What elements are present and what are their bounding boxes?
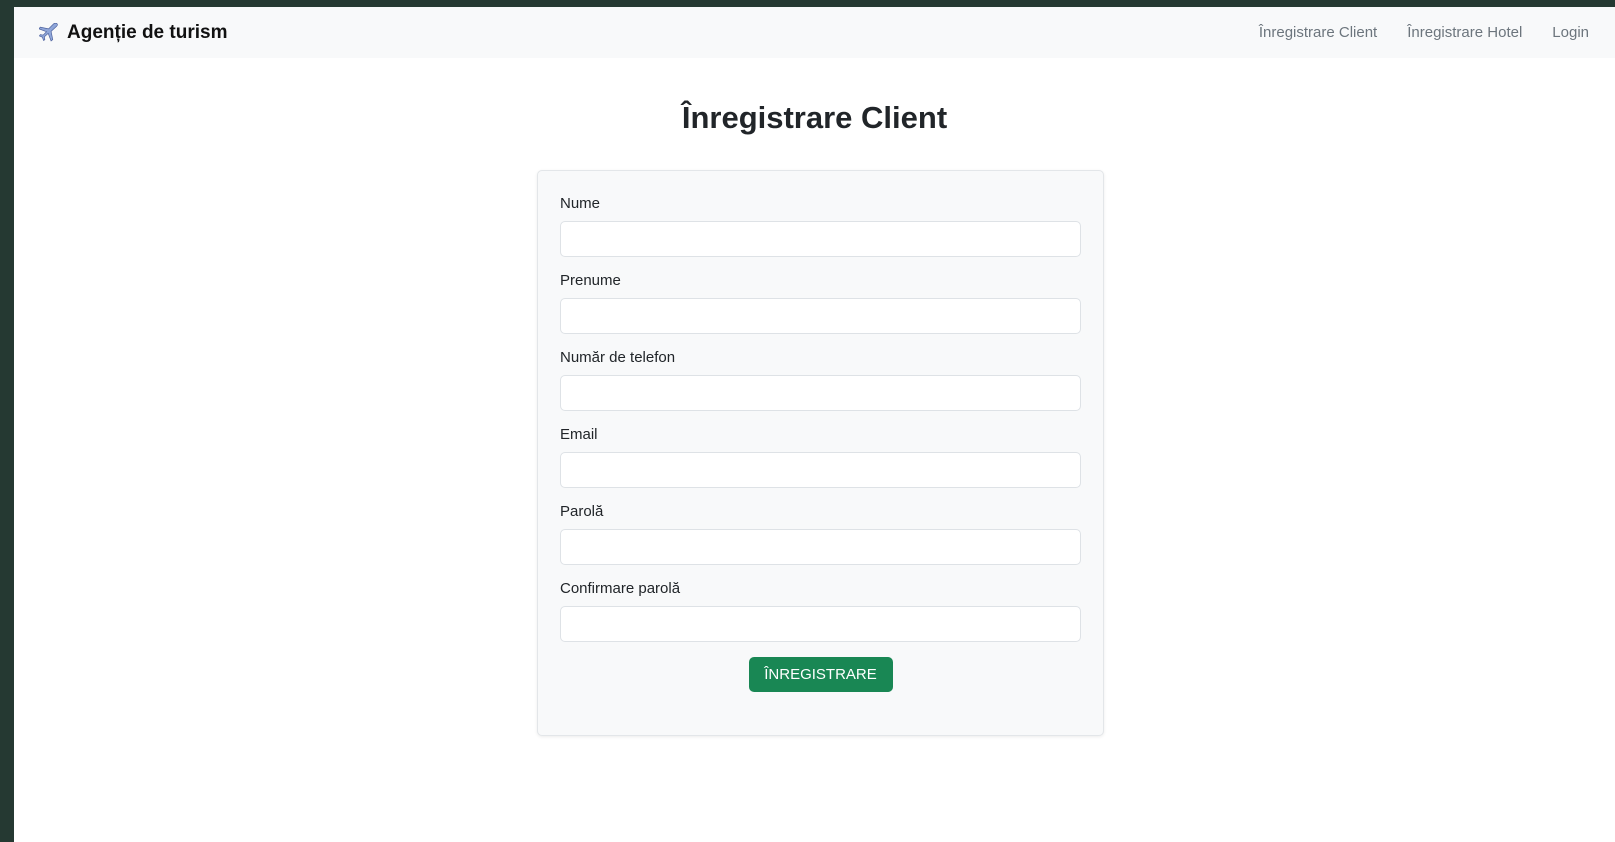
- email-input[interactable]: [560, 452, 1081, 488]
- prenume-input[interactable]: [560, 298, 1081, 334]
- nav-link-inregistrare-hotel[interactable]: Înregistrare Hotel: [1407, 24, 1522, 41]
- field-email: Email: [560, 426, 1081, 488]
- page-title: Înregistrare Client: [681, 100, 948, 135]
- field-confirmare-parola: Confirmare parolă: [560, 580, 1081, 642]
- parola-label: Parolă: [560, 503, 604, 520]
- confirmare-parola-label: Confirmare parolă: [560, 580, 681, 597]
- app-window: Agenție de turism Înregistrare Client În…: [14, 7, 1615, 842]
- field-telefon: Număr de telefon: [560, 349, 1081, 411]
- confirmare-parola-input[interactable]: [560, 606, 1081, 642]
- top-navbar: Agenție de turism Înregistrare Client În…: [14, 7, 1615, 58]
- field-parola: Parolă: [560, 503, 1081, 565]
- airplane-icon: [38, 22, 59, 43]
- submit-wrap: ÎNREGISTRARE: [560, 657, 1081, 692]
- telefon-label: Număr de telefon: [560, 349, 676, 366]
- inregistrare-submit-button[interactable]: ÎNREGISTRARE: [748, 657, 893, 692]
- nav-links: Înregistrare Client Înregistrare Hotel L…: [1259, 24, 1589, 41]
- telefon-input[interactable]: [560, 375, 1081, 411]
- nume-label: Nume: [560, 195, 601, 212]
- parola-input[interactable]: [560, 529, 1081, 565]
- nav-link-inregistrare-client[interactable]: Înregistrare Client: [1259, 24, 1377, 41]
- email-label: Email: [560, 426, 598, 443]
- nume-input[interactable]: [560, 221, 1081, 257]
- brand-title: Agenție de turism: [67, 21, 228, 43]
- field-prenume: Prenume: [560, 272, 1081, 334]
- field-nume: Nume: [560, 195, 1081, 257]
- brand-link[interactable]: Agenție de turism: [38, 21, 228, 44]
- registration-form-card: Nume Prenume Număr de telefon Email Paro…: [537, 170, 1104, 736]
- prenume-label: Prenume: [560, 272, 621, 289]
- nav-link-login[interactable]: Login: [1552, 24, 1589, 41]
